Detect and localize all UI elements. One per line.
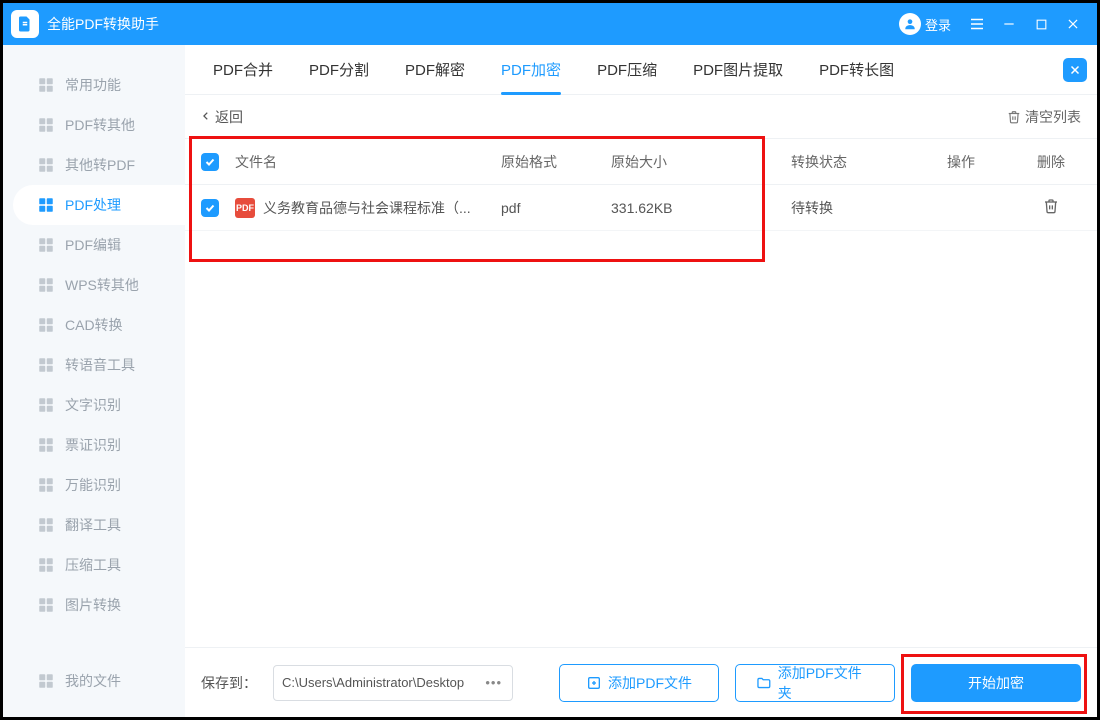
tabs: PDF合并PDF分割PDF解密PDF加密PDF压缩PDF图片提取PDF转长图 <box>185 45 1097 95</box>
save-path-field[interactable]: C:\Users\Administrator\Desktop ••• <box>273 665 513 701</box>
sidebar-item-0[interactable]: 常用功能 <box>3 65 185 105</box>
sidebar-item-10[interactable]: 万能识别 <box>3 465 185 505</box>
login-button[interactable]: 登录 <box>899 13 951 35</box>
back-button[interactable]: 返回 <box>201 107 243 127</box>
sidebar-item-label: PDF处理 <box>65 195 121 215</box>
sidebar: 常用功能 PDF转其他其他转PDF PDF处理 PDF编辑 WPS转其他 CAD转换转语音… <box>3 45 185 717</box>
chevron-left-icon <box>201 109 211 125</box>
sidebar-item-12[interactable]: 压缩工具 <box>3 545 185 585</box>
header-name: 文件名 <box>235 152 501 172</box>
sidebar-item-myfiles[interactable]: 我的文件 <box>3 661 185 701</box>
tab-5[interactable]: PDF图片提取 <box>675 45 801 95</box>
app-window: 全能PDF转换助手 登录 常用功能 PDF转其他其他转PDF PDF处理 PDF编辑 W… <box>0 0 1100 720</box>
toolbar: 返回 清空列表 <box>185 95 1097 139</box>
sidebar-item-label: 图片转换 <box>65 595 121 615</box>
sidebar-item-label: 常用功能 <box>65 75 121 95</box>
sidebar-item-11[interactable]: 翻译工具 <box>3 505 185 545</box>
file-table: 文件名 原始格式 原始大小 转换状态 操作 删除 PDF 义务教育品德与社会课程标… <box>185 139 1097 647</box>
bottom-bar: 保存到： C:\Users\Administrator\Desktop ••• … <box>185 647 1097 717</box>
sidebar-item-6[interactable]: CAD转换 <box>3 305 185 345</box>
add-pdf-folder-button[interactable]: 添加PDF文件夹 <box>735 664 895 702</box>
table-header: 文件名 原始格式 原始大小 转换状态 操作 删除 <box>185 139 1097 185</box>
file-status: 待转换 <box>791 198 901 218</box>
clear-list-label: 清空列表 <box>1025 107 1081 127</box>
menu-button[interactable] <box>961 8 993 40</box>
sidebar-item-4[interactable]: PDF编辑 <box>3 225 185 265</box>
close-icon <box>1069 64 1081 76</box>
save-path-value: C:\Users\Administrator\Desktop <box>282 675 464 690</box>
sidebar-item-label: 翻译工具 <box>65 515 121 535</box>
file-name: 义务教育品德与社会课程标准（... <box>263 198 471 218</box>
browse-icon: ••• <box>483 675 504 690</box>
sidebar-item-label: WPS转其他 <box>65 275 139 295</box>
row-checkbox[interactable] <box>201 199 219 217</box>
delete-row-button[interactable] <box>1043 198 1059 217</box>
header-op: 操作 <box>901 152 1021 172</box>
main-panel: PDF合并PDF分割PDF解密PDF加密PDF压缩PDF图片提取PDF转长图 返… <box>185 45 1097 717</box>
avatar-icon <box>899 13 921 35</box>
add-pdf-file-button[interactable]: 添加PDF文件 <box>559 664 719 702</box>
file-size: 331.62KB <box>611 200 791 216</box>
tabs-close-button[interactable] <box>1063 58 1087 82</box>
plus-file-icon <box>586 675 602 691</box>
minimize-button[interactable] <box>993 8 1025 40</box>
sidebar-item-label: 转语音工具 <box>65 355 135 375</box>
sidebar-item-3[interactable]: PDF处理 <box>13 185 185 225</box>
close-button[interactable] <box>1057 8 1089 40</box>
tab-6[interactable]: PDF转长图 <box>801 45 912 95</box>
app-logo <box>11 10 39 38</box>
tab-0[interactable]: PDF合并 <box>195 45 291 95</box>
sidebar-item-5[interactable]: WPS转其他 <box>3 265 185 305</box>
header-size: 原始大小 <box>611 152 791 172</box>
trash-icon <box>1043 198 1059 214</box>
header-del: 删除 <box>1021 152 1081 172</box>
start-encrypt-button[interactable]: 开始加密 <box>911 664 1081 702</box>
login-label: 登录 <box>925 15 951 34</box>
pdf-file-icon: PDF <box>235 198 255 218</box>
sidebar-item-label: PDF编辑 <box>65 235 121 255</box>
sidebar-item-label: PDF转其他 <box>65 115 135 135</box>
tab-2[interactable]: PDF解密 <box>387 45 483 95</box>
sidebar-item-label: 万能识别 <box>65 475 121 495</box>
trash-icon <box>1007 110 1021 124</box>
sidebar-item-2[interactable]: 其他转PDF <box>3 145 185 185</box>
sidebar-item-9[interactable]: 票证识别 <box>3 425 185 465</box>
titlebar: 全能PDF转换助手 登录 <box>3 3 1097 45</box>
sidebar-item-1[interactable]: PDF转其他 <box>3 105 185 145</box>
maximize-button[interactable] <box>1025 8 1057 40</box>
tab-3[interactable]: PDF加密 <box>483 45 579 95</box>
header-status: 转换状态 <box>791 152 901 172</box>
save-to-label: 保存到： <box>201 673 257 693</box>
tab-1[interactable]: PDF分割 <box>291 45 387 95</box>
sidebar-item-label: CAD转换 <box>65 315 123 335</box>
start-label: 开始加密 <box>968 673 1024 693</box>
add-folder-label: 添加PDF文件夹 <box>778 663 874 703</box>
tab-4[interactable]: PDF压缩 <box>579 45 675 95</box>
sidebar-item-label: 票证识别 <box>65 435 121 455</box>
file-format: pdf <box>501 200 611 216</box>
table-row: PDF 义务教育品德与社会课程标准（... pdf331.62KB待转换 <box>185 185 1097 231</box>
sidebar-item-8[interactable]: 文字识别 <box>3 385 185 425</box>
clear-list-button[interactable]: 清空列表 <box>1007 107 1081 127</box>
sidebar-item-label: 文字识别 <box>65 395 121 415</box>
sidebar-item-label: 其他转PDF <box>65 155 135 175</box>
select-all-checkbox[interactable] <box>201 153 219 171</box>
add-file-label: 添加PDF文件 <box>608 673 692 693</box>
folder-icon <box>756 675 772 691</box>
sidebar-item-label: 压缩工具 <box>65 555 121 575</box>
header-format: 原始格式 <box>501 152 611 172</box>
sidebar-item-13[interactable]: 图片转换 <box>3 585 185 625</box>
sidebar-item-label: 我的文件 <box>65 671 121 691</box>
back-label: 返回 <box>215 107 243 127</box>
app-title: 全能PDF转换助手 <box>47 14 159 34</box>
sidebar-item-7[interactable]: 转语音工具 <box>3 345 185 385</box>
